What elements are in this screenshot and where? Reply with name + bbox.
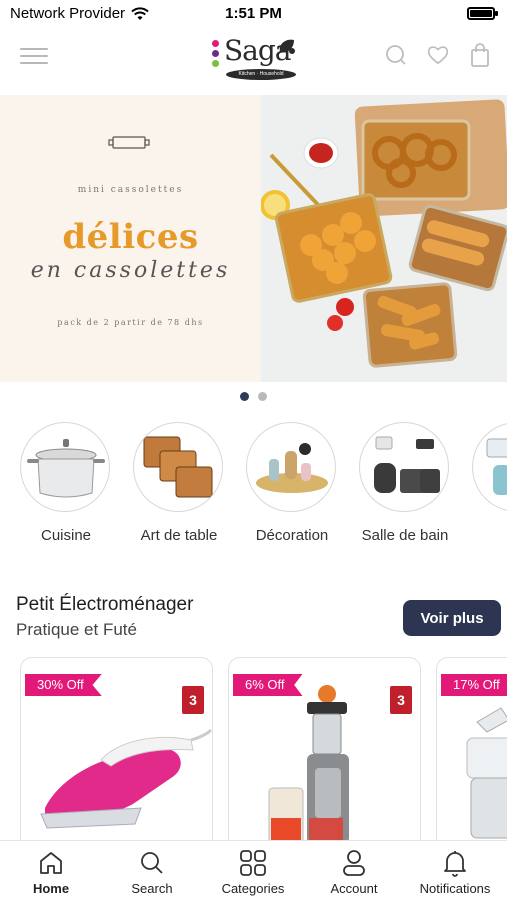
juicer-image	[268, 685, 349, 840]
bag-icon	[471, 43, 489, 67]
banner-small-text: mini cassolettes	[77, 185, 184, 195]
bathroom-bins-icon	[374, 436, 440, 493]
pager-dot[interactable]	[258, 392, 267, 401]
search-button[interactable]	[385, 42, 407, 68]
category-art-de-table[interactable]: Art de table	[133, 422, 225, 546]
banner-pack-text: pack de 2 partir de 78 dhs	[57, 318, 204, 327]
steam-iron-image	[40, 728, 212, 829]
casserole-dish-icon	[108, 136, 150, 149]
clock: 1:51 PM	[225, 5, 282, 22]
copper-plates-icon	[143, 436, 213, 498]
user-icon	[343, 850, 365, 876]
category-label: Décoration	[255, 527, 329, 544]
tab-search[interactable]: Search	[102, 849, 202, 896]
section-title: Petit Électroménager	[16, 594, 194, 615]
pager-dot-active[interactable]	[240, 392, 249, 401]
see-more-button[interactable]: Voir plus	[403, 600, 501, 636]
bottom-tab-bar: Home Search Categories Account Notificat…	[0, 840, 507, 900]
logo-tagline: Kitchen · Household	[226, 69, 296, 80]
category-salle-de-bain[interactable]: Salle de bain	[359, 422, 451, 546]
section-subtitle: Pratique et Futé	[16, 620, 137, 639]
category-label: Art de table	[140, 527, 218, 544]
category-decoration[interactable]: Décoration	[246, 422, 338, 546]
tab-label: Search	[131, 881, 173, 896]
category-mo[interactable]: Mo	[472, 422, 507, 546]
category-label: Cuisine	[40, 527, 92, 544]
logo-leaf-icon	[279, 39, 295, 54]
tab-categories[interactable]: Categories	[203, 849, 303, 896]
banner-headline: délices	[62, 217, 199, 257]
banner-photo	[261, 95, 507, 382]
bell-icon	[444, 851, 466, 877]
tab-account[interactable]: Account	[304, 849, 404, 896]
cooking-pot-icon	[27, 439, 105, 498]
category-thumbnail-icon	[486, 438, 507, 495]
tab-home[interactable]: Home	[1, 849, 101, 896]
search-icon	[141, 852, 163, 874]
category-cuisine[interactable]: Cuisine	[20, 422, 112, 546]
menu-button[interactable]	[20, 46, 48, 66]
product-card[interactable]: 17% Off	[436, 657, 507, 840]
product-card[interactable]: 30% Off 3	[20, 657, 213, 840]
decor-tray-icon	[256, 443, 328, 493]
wishlist-button[interactable]	[427, 42, 449, 68]
product-carousel[interactable]: 30% Off 3 6% Off 3 17% Off	[20, 657, 507, 840]
category-image	[472, 422, 507, 512]
heart-icon	[427, 46, 449, 65]
home-icon	[40, 852, 62, 874]
category-label: Mo	[472, 526, 507, 546]
saga-logo[interactable]: Saga Kitchen · Household	[210, 32, 300, 84]
app-header: Saga Kitchen · Household	[0, 28, 507, 90]
citrus-press-image	[466, 707, 507, 839]
category-image	[20, 422, 110, 512]
category-image	[359, 422, 449, 512]
food-photo-image	[261, 95, 507, 382]
grid-icon	[240, 850, 266, 876]
banner-text-panel: mini cassolettes délices en cassolettes …	[0, 95, 261, 382]
promo-banner[interactable]: mini cassolettes délices en cassolettes …	[0, 95, 507, 382]
tab-label: Account	[330, 881, 378, 896]
tab-label: Notifications	[419, 881, 491, 896]
product-card[interactable]: 6% Off 3	[228, 657, 421, 840]
battery-icon	[467, 7, 498, 20]
status-bar: Network Provider 1:51 PM	[0, 0, 507, 28]
banner-script-text: en cassolettes	[30, 258, 231, 283]
tab-label: Home	[32, 881, 70, 896]
banner-pager	[0, 392, 507, 401]
category-carousel[interactable]: Cuisine Art de table Décoration Salle de…	[20, 422, 507, 572]
tab-label: Categories	[221, 881, 285, 896]
category-image	[133, 422, 223, 512]
cart-button[interactable]	[469, 42, 491, 68]
tab-notifications[interactable]: Notifications	[405, 849, 505, 896]
category-image	[246, 422, 336, 512]
search-icon	[386, 45, 406, 65]
category-label: Salle de bain	[361, 527, 449, 544]
